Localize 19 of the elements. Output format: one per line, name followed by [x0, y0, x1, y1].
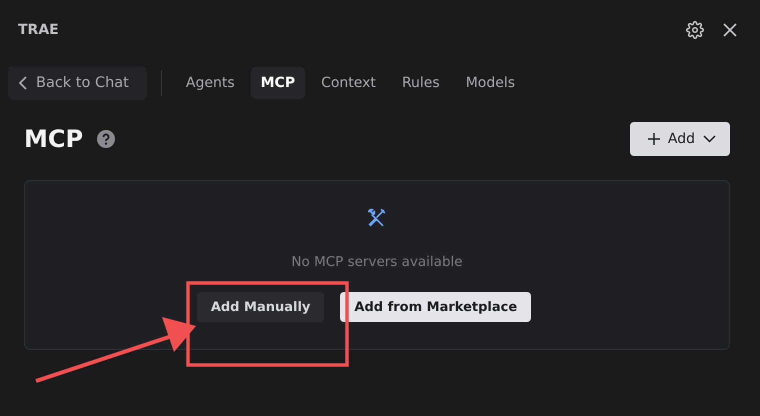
- plus-icon: [648, 133, 660, 145]
- tab[interactable]: Models: [456, 67, 526, 99]
- empty-message: No MCP servers available: [291, 254, 463, 270]
- page-heading: MCP: [24, 125, 84, 153]
- tab[interactable]: Context: [311, 67, 386, 99]
- tab[interactable]: Agents: [176, 67, 245, 99]
- add-button[interactable]: Add: [630, 122, 730, 156]
- help-icon[interactable]: [97, 130, 116, 148]
- tools-icon: [366, 207, 388, 229]
- add-manually-button[interactable]: Add Manually: [196, 292, 324, 322]
- tab[interactable]: MCP: [250, 67, 306, 99]
- settings-icon[interactable]: [686, 21, 704, 39]
- close-icon[interactable]: [722, 22, 738, 38]
- window-title: TRAE: [18, 22, 59, 38]
- back-button[interactable]: Back to Chat: [8, 66, 147, 100]
- tab[interactable]: Rules: [392, 67, 450, 99]
- chevron-down-icon: [703, 135, 716, 143]
- chevron-left-icon: [18, 76, 28, 90]
- marketplace-button[interactable]: Add from Marketplace: [340, 292, 532, 322]
